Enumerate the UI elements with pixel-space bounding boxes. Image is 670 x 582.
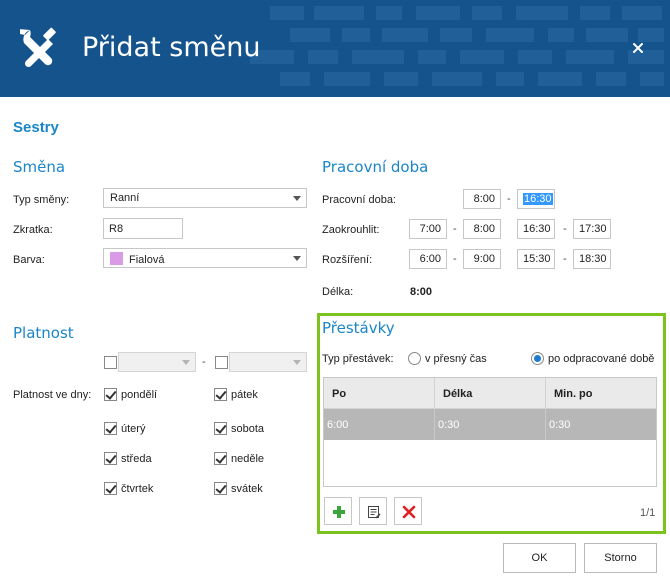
length-label: Délka: <box>322 286 354 298</box>
breaks-heading: Přestávky <box>322 319 395 337</box>
round-from-max-input[interactable]: 8:00 <box>463 219 501 239</box>
edit-icon <box>368 506 381 519</box>
validity-to-checkbox[interactable] <box>215 356 228 369</box>
extend-to-min-input[interactable]: 15:30 <box>517 249 555 269</box>
days-label: Platnost ve dny: <box>13 389 92 401</box>
plus-icon <box>333 506 345 518</box>
window-title: Přidat směnu <box>82 32 261 63</box>
chevron-down-icon <box>293 360 301 365</box>
break-type-exact-radio[interactable] <box>408 352 421 365</box>
day-checkbox-friday[interactable] <box>214 388 227 401</box>
title-bar: Přidat směnu <box>0 0 670 97</box>
shift-heading: Směna <box>13 158 66 176</box>
shift-type-value: Ranní <box>110 192 140 204</box>
work-from-input[interactable]: 8:00 <box>463 189 501 209</box>
chevron-down-icon <box>293 196 301 201</box>
edit-break-button[interactable] <box>359 497 387 525</box>
validity-heading: Platnost <box>13 324 74 342</box>
color-label: Barva: <box>13 254 45 266</box>
title-bar-pattern <box>250 6 664 86</box>
day-label: sobota <box>231 423 265 435</box>
color-value: Fialová <box>129 254 165 266</box>
table-cell: 0:30 <box>435 409 546 440</box>
day-checkbox-monday[interactable] <box>104 388 117 401</box>
column-header-length[interactable]: Délka <box>435 378 546 409</box>
wrench-screwdriver-icon <box>20 27 56 68</box>
day-label: čtvrtek <box>121 483 154 495</box>
day-label: středa <box>121 453 152 465</box>
column-header-min-after[interactable]: Min. po <box>546 378 656 409</box>
abbr-input[interactable]: R8 <box>103 218 183 239</box>
round-to-max-input[interactable]: 17:30 <box>573 219 611 239</box>
validity-from-checkbox[interactable] <box>104 356 117 369</box>
day-checkbox-sunday[interactable] <box>214 452 227 465</box>
round-to-min-input[interactable]: 16:30 <box>517 219 555 239</box>
extend-to-max-input[interactable]: 18:30 <box>573 249 611 269</box>
delete-break-button[interactable] <box>394 497 422 525</box>
separator: - <box>563 253 567 265</box>
pager: 1/1 <box>640 507 656 519</box>
day-label: úterý <box>121 423 146 435</box>
day-checkbox-holiday[interactable] <box>214 482 227 495</box>
work-to-input[interactable]: 16:30 <box>517 189 555 209</box>
work-label: Pracovní doba: <box>322 194 396 206</box>
table-row[interactable]: 6:00 0:30 0:30 <box>324 409 656 440</box>
day-label: neděle <box>231 453 265 465</box>
abbr-label: Zkratka: <box>13 224 53 236</box>
day-checkbox-tuesday[interactable] <box>104 422 117 435</box>
close-icon[interactable] <box>630 40 646 56</box>
worktime-heading: Pracovní doba <box>322 158 429 176</box>
day-checkbox-thursday[interactable] <box>104 482 117 495</box>
extend-from-min-input[interactable]: 6:00 <box>409 249 447 269</box>
break-type-worked-radio[interactable] <box>531 352 544 365</box>
round-label: Zaokrouhlit: <box>322 224 380 236</box>
separator: - <box>453 223 457 235</box>
extend-from-max-input[interactable]: 9:00 <box>463 249 501 269</box>
validity-from-select[interactable] <box>118 352 196 372</box>
ok-button[interactable]: OK <box>503 543 576 573</box>
break-type-label: Typ přestávek: <box>322 353 394 365</box>
table-cell: 6:00 <box>324 409 435 440</box>
day-label: pátek <box>231 389 258 401</box>
separator: - <box>453 253 457 265</box>
round-from-min-input[interactable]: 7:00 <box>409 219 447 239</box>
day-checkbox-wednesday[interactable] <box>104 452 117 465</box>
table-header: Po Délka Min. po <box>324 378 656 409</box>
break-type-exact-label: v přesný čas <box>425 353 487 365</box>
separator: - <box>202 356 206 368</box>
delete-icon <box>402 505 416 519</box>
color-select[interactable]: Fialová <box>103 248 307 268</box>
day-checkbox-saturday[interactable] <box>214 422 227 435</box>
chevron-down-icon <box>182 360 190 365</box>
column-header-after[interactable]: Po <box>324 378 435 409</box>
add-break-button[interactable] <box>324 497 352 525</box>
table-cell: 0:30 <box>549 419 571 431</box>
ward-heading: Sestry <box>13 119 59 136</box>
color-swatch <box>110 252 123 265</box>
extend-label: Rozšíření: <box>322 254 373 266</box>
separator: - <box>563 223 567 235</box>
shift-type-select[interactable]: Ranní <box>103 188 307 208</box>
chevron-down-icon <box>293 256 301 261</box>
day-label: pondělí <box>121 389 158 401</box>
validity-to-select[interactable] <box>229 352 307 372</box>
shift-type-label: Typ směny: <box>13 194 70 206</box>
breaks-table: Po Délka Min. po 6:00 0:30 0:30 <box>323 377 657 487</box>
work-to-value: 16:30 <box>523 193 553 205</box>
separator: - <box>507 193 511 205</box>
break-type-worked-label: po odpracované době <box>548 353 655 365</box>
length-value: 8:00 <box>410 286 433 298</box>
cancel-button[interactable]: Storno <box>584 543 657 573</box>
day-label: svátek <box>231 483 263 495</box>
